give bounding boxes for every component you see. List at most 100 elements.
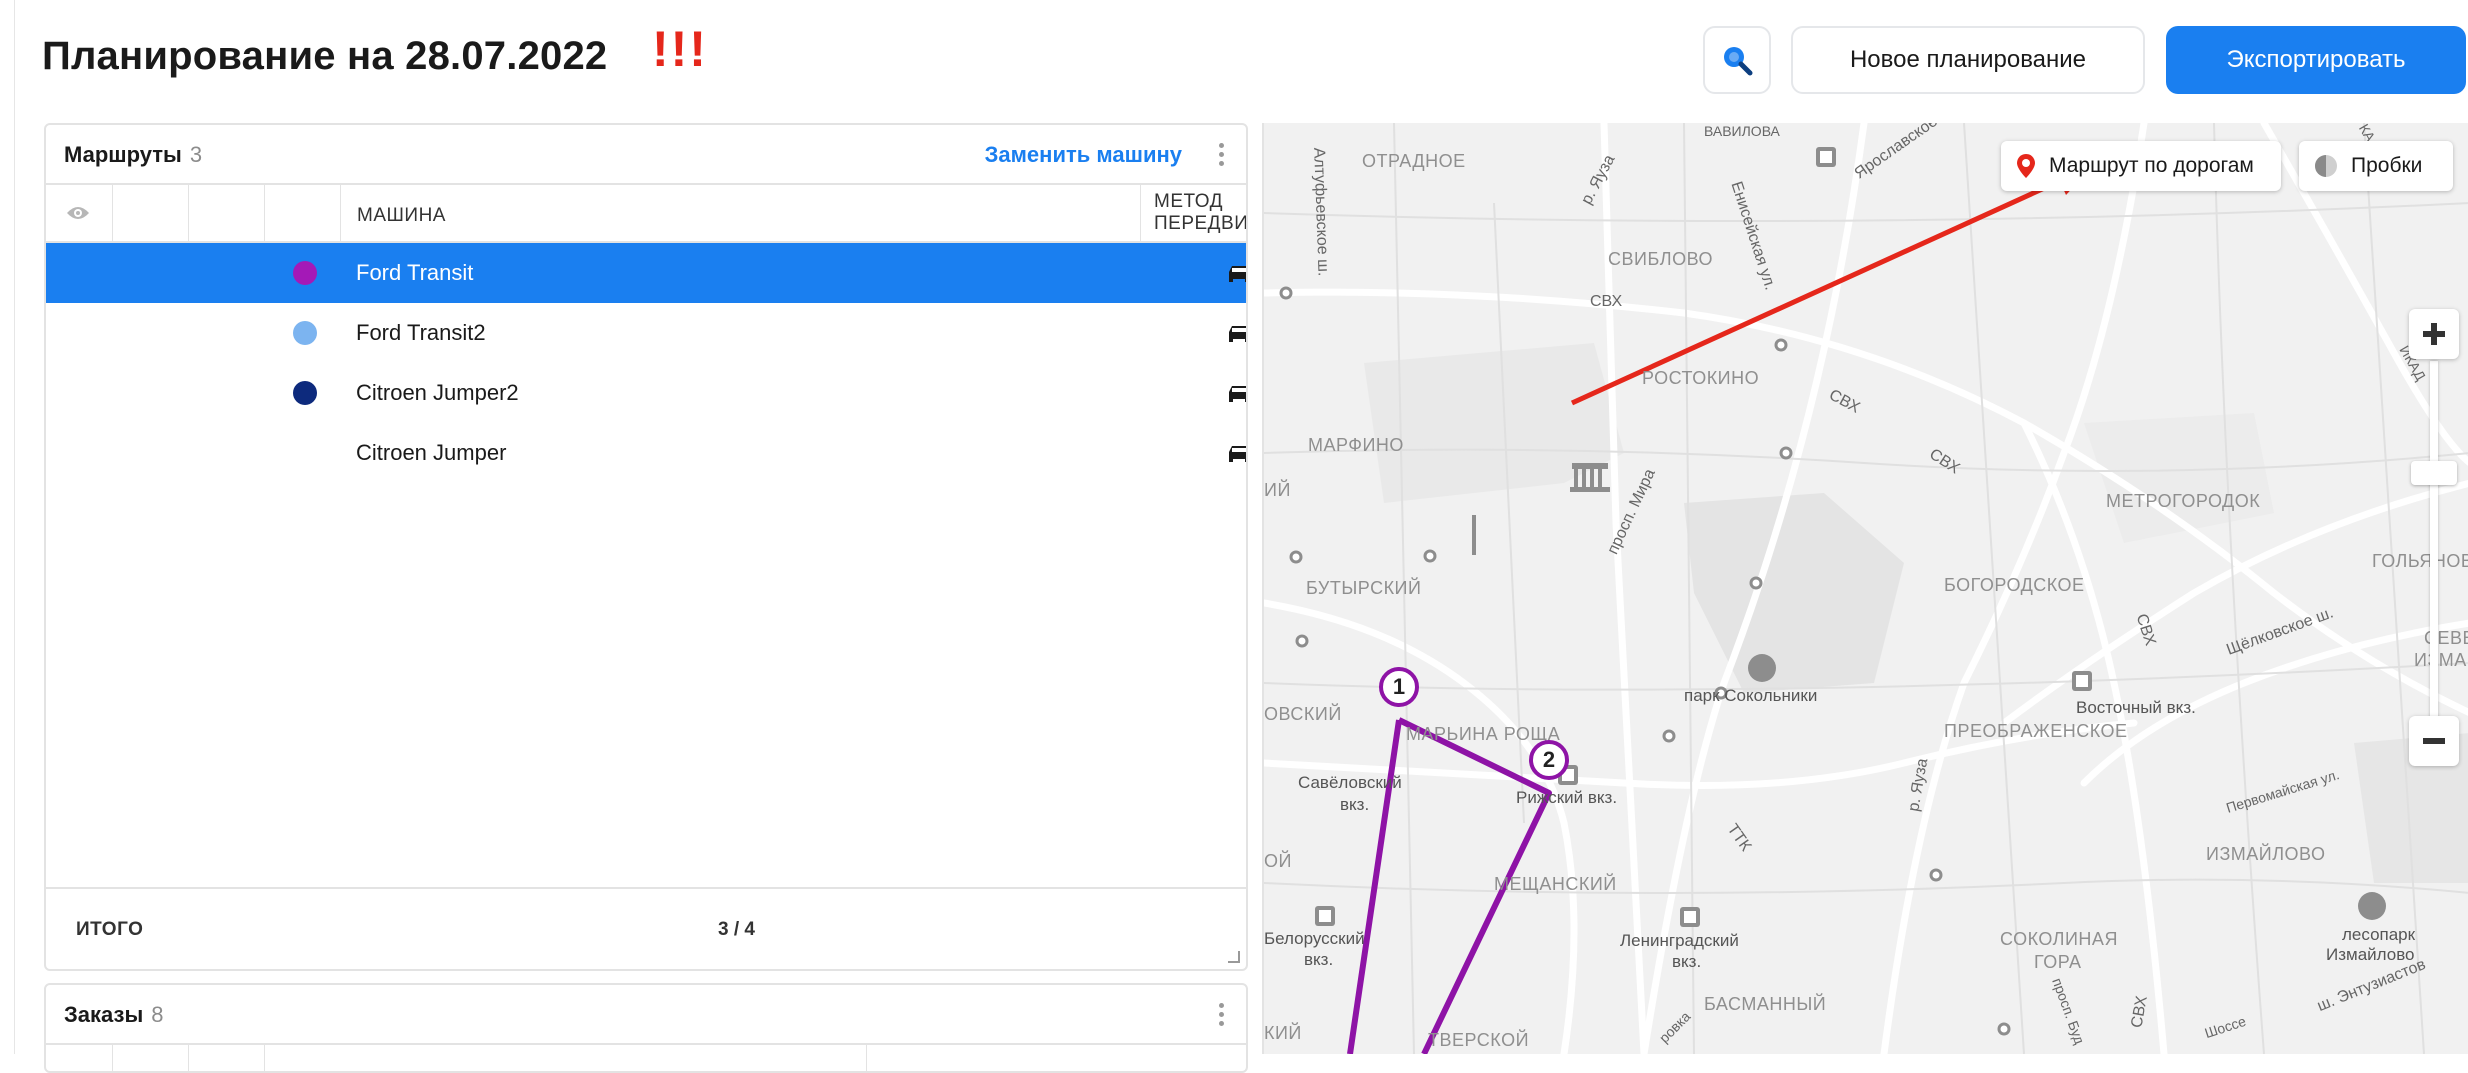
- column-separator: [264, 185, 265, 241]
- zoom-in-button[interactable]: [2409, 309, 2459, 359]
- route-stop-pin-1[interactable]: 1: [1379, 667, 1419, 707]
- map-poi-label: вкз.: [1340, 795, 1370, 814]
- map-label: ОВСКИЙ: [1264, 704, 1342, 724]
- route-row[interactable]: Citroen Jumper: [46, 423, 1246, 483]
- search-button[interactable]: [1703, 26, 1771, 94]
- car-icon: [1229, 446, 1246, 462]
- car-icon: [1229, 386, 1246, 402]
- orders-title-label: Заказы: [64, 1002, 144, 1027]
- zoom-out-button[interactable]: [2409, 716, 2459, 766]
- map-label: РОСТОКИНО: [1642, 368, 1760, 388]
- route-car-name: Citroen Jumper2: [356, 380, 519, 405]
- export-button[interactable]: Экспортировать: [2166, 26, 2466, 94]
- routes-menu-icon[interactable]: [1218, 143, 1224, 167]
- total-label: ИТОГО: [76, 919, 144, 940]
- route-color-dot: [293, 381, 317, 405]
- route-car-name: Ford Transit: [356, 260, 474, 285]
- column-separator: [112, 185, 113, 241]
- routes-total-row: ИТОГО 3 / 4: [46, 887, 1246, 969]
- map-poi-label: Ленинградский: [1620, 931, 1739, 950]
- orders-count: 8: [151, 1002, 164, 1027]
- column-separator: [264, 1045, 265, 1071]
- column-separator: [112, 1045, 113, 1071]
- map-label: МАРЬИНА РОЩА: [1406, 724, 1561, 744]
- route-by-roads-label: Маршрут по дорогам: [2049, 154, 2254, 177]
- map-view[interactable]: ОТРАДНОЕ СВИБЛОВО РОСТОКИНО МАРФИНО МЕТР…: [1262, 123, 2468, 1054]
- traffic-icon: [2315, 155, 2337, 177]
- map-label: ТВЕРСКОЙ: [1428, 1030, 1530, 1050]
- map-poi-label: вкз.: [1304, 950, 1334, 969]
- map-label: БУТЫРСКИЙ: [1306, 578, 1422, 598]
- routes-count: 3: [189, 142, 203, 167]
- map-poi-label: Рижский вкз.: [1516, 788, 1618, 807]
- orders-title: Заказы 8: [64, 1002, 164, 1028]
- routes-title-label: Маршруты: [64, 142, 182, 167]
- map-label: ИЗМАЙ: [2414, 650, 2468, 670]
- column-header-car[interactable]: МАШИНА: [357, 205, 446, 227]
- plus-icon: [2423, 323, 2445, 345]
- map-poi-label: парк Сокольники: [1684, 686, 1818, 705]
- map-label: СВИБЛОВО: [1608, 249, 1713, 269]
- column-header-method-line1[interactable]: МЕТОД: [1154, 191, 1223, 213]
- road-label: СВХ: [1590, 293, 1623, 310]
- column-separator: [1140, 185, 1141, 241]
- map-label: ГОРА: [2034, 952, 2082, 972]
- column-separator: [340, 185, 341, 241]
- route-color-dot: [293, 261, 317, 285]
- map-label: БОГОРОДСКОЕ: [1944, 575, 2085, 595]
- route-color-dot: [293, 321, 317, 345]
- map-label: МАРФИНО: [1308, 435, 1404, 455]
- route-row[interactable]: Ford Transit2: [46, 303, 1246, 363]
- map-label: МЕЩАНСКИЙ: [1494, 874, 1617, 894]
- column-header-method-line2[interactable]: ПЕРЕДВИ: [1154, 213, 1246, 235]
- map-poi-label: вкз.: [1672, 952, 1702, 971]
- map-poi-label: Восточный вкз.: [2076, 698, 2196, 717]
- map-poi-label: лесопарк: [2342, 925, 2416, 944]
- zoom-slider-track[interactable]: [2430, 361, 2438, 741]
- route-by-roads-toggle[interactable]: Маршрут по дорогам: [2001, 141, 2281, 191]
- orders-table-header: [46, 1043, 1246, 1071]
- route-row[interactable]: Citroen Jumper2: [46, 363, 1246, 423]
- route-car-name: Ford Transit2: [356, 320, 486, 345]
- column-separator: [866, 1045, 867, 1071]
- page-left-border: [14, 0, 15, 1054]
- map-poi-label: Савёловский: [1298, 773, 1402, 792]
- alert-marks: !!!: [652, 21, 708, 77]
- map-poi-label: Белорусский: [1264, 929, 1365, 948]
- route-car-name: Citroen Jumper: [356, 440, 507, 465]
- minus-icon: [2423, 738, 2445, 744]
- map-label: МЕТРОГОРОДОК: [2106, 491, 2261, 511]
- replace-car-link[interactable]: Заменить машину: [985, 142, 1182, 168]
- map-label: ОТРАДНОЕ: [1362, 151, 1466, 171]
- column-separator: [188, 1045, 189, 1071]
- map-label: БАСМАННЫЙ: [1704, 994, 1827, 1014]
- route-row[interactable]: Ford Transit: [46, 243, 1246, 303]
- map-label: ИЗМАЙЛОВО: [2206, 844, 2326, 864]
- traffic-label: Пробки: [2351, 154, 2423, 177]
- car-icon: [1229, 326, 1246, 342]
- map-canvas: [1264, 123, 2468, 1054]
- zoom-slider-handle[interactable]: [2411, 461, 2457, 485]
- map-label: КИЙ: [1264, 1023, 1302, 1043]
- map-label: ПРЕОБРАЖЕНСКОЕ: [1944, 721, 2128, 741]
- map-poi-label: Измайлово: [2326, 945, 2415, 964]
- traffic-toggle[interactable]: Пробки: [2299, 141, 2453, 191]
- routes-panel-header: Маршруты 3 Заменить машину: [46, 125, 1246, 183]
- route-pin-icon: [2017, 154, 2035, 178]
- orders-menu-icon[interactable]: [1218, 1003, 1224, 1027]
- new-planning-button[interactable]: Новое планирование: [1791, 26, 2145, 94]
- routes-panel: Маршруты 3 Заменить машину МАШИНА МЕТОД П…: [44, 123, 1248, 971]
- map-label: СОКОЛИНАЯ: [2000, 929, 2118, 949]
- map-label: ИЙ: [1264, 480, 1291, 500]
- search-icon: [1724, 47, 1753, 76]
- route-stop-pin-2[interactable]: 2: [1529, 740, 1569, 780]
- routes-title: Маршруты 3: [64, 142, 202, 168]
- eye-icon[interactable]: [66, 205, 90, 221]
- total-value: 3 / 4: [718, 919, 755, 940]
- resize-handle-icon[interactable]: [1228, 951, 1240, 963]
- routes-table-header: МАШИНА МЕТОД ПЕРЕДВИ: [46, 183, 1246, 243]
- orders-panel: Заказы 8: [44, 983, 1248, 1073]
- road-label: ВАВИЛОВА: [1704, 123, 1780, 139]
- orders-panel-header: Заказы 8: [46, 985, 1246, 1043]
- column-separator: [188, 185, 189, 241]
